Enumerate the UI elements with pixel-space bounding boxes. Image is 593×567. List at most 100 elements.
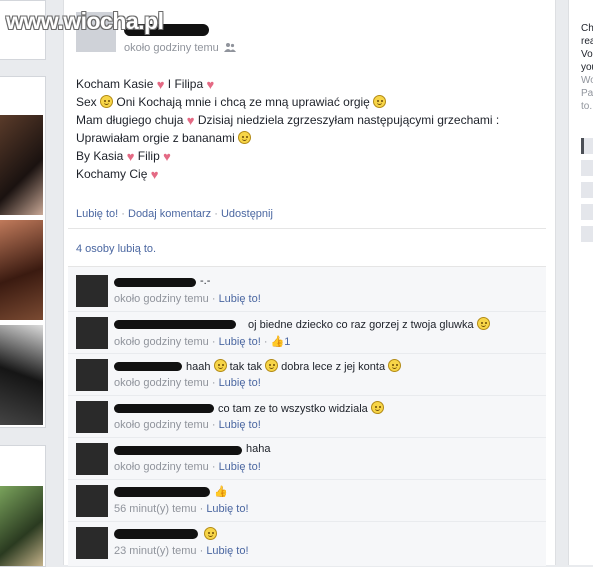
commenter-avatar[interactable] (76, 359, 108, 391)
smiley-icon (213, 359, 227, 372)
commenter-avatar[interactable] (76, 527, 108, 559)
comment: oj biedne dziecko co raz gorzej z twoja … (68, 313, 546, 354)
comment-line (204, 527, 217, 541)
post-timestamp[interactable]: około godziny temu (124, 42, 219, 54)
friend-photo[interactable] (0, 486, 43, 566)
redacted-name (114, 362, 182, 371)
post-line: Sex Oni Kochają mnie i chcą ze mną upraw… (76, 93, 387, 111)
comment-like-link[interactable]: Lubię to! (219, 377, 261, 389)
comment-text: haha (246, 443, 271, 455)
smiley-icon (476, 317, 490, 330)
right-line: rea (581, 36, 593, 47)
post-text: Uprawiałam orgie z bananami (76, 131, 235, 145)
comments-list: -.- około godziny temu · Lubię to! oj bi… (68, 266, 546, 566)
smiley-icon (388, 359, 402, 372)
sidebar-item[interactable] (581, 160, 593, 176)
redacted-name (114, 404, 214, 413)
heart-icon: ♥ (150, 167, 159, 182)
comment-time[interactable]: około godziny temu (114, 293, 209, 305)
comment-line: co tam ze to wszystko widziala (218, 401, 384, 415)
comment-time[interactable]: około godziny temu (114, 461, 209, 473)
friend-photo[interactable] (0, 115, 43, 215)
thumb-up-icon: 👍 (270, 336, 285, 348)
comment-time[interactable]: około godziny temu (114, 419, 209, 431)
post-line: Mam długiego chuja ♥ Dzisiaj niedziela z… (76, 111, 499, 130)
sidebar-item[interactable] (581, 226, 593, 242)
heart-icon: ♥ (206, 77, 215, 92)
heart-icon: ♥ (186, 113, 195, 128)
smiley-icon (373, 95, 387, 108)
post-text: Kocham Kasie (76, 77, 154, 91)
comment-text: co tam ze to wszystko widziala (218, 403, 368, 415)
friend-photo[interactable] (0, 220, 43, 320)
post-text: Dzisiaj niedziela zgrzeszyłam następując… (197, 113, 500, 127)
likes-summary: 4 osoby lubią to. (68, 228, 546, 267)
redacted-name (114, 446, 242, 455)
post-actions: Lubię to! · Dodaj komentarz · Udostępnij (76, 208, 273, 220)
comment-meta: 23 minut(y) temu · Lubię to! (114, 545, 249, 557)
comment-time[interactable]: około godziny temu (114, 377, 209, 389)
post-text: Oni Kochają mnie i chcą ze mną uprawiać … (116, 95, 370, 109)
comment-line: haah tak tak dobra lece z jej konta (186, 359, 402, 373)
commenter-avatar[interactable] (76, 401, 108, 433)
post-text: By Kasia (76, 149, 124, 163)
thumb-up-icon: 👍 (214, 486, 228, 498)
commenter-avatar[interactable] (76, 317, 108, 349)
comment-time[interactable]: 23 minut(y) temu (114, 545, 197, 557)
add-comment-link[interactable]: Dodaj komentarz (128, 208, 211, 220)
redacted-name (114, 278, 196, 287)
comment-time[interactable]: około godziny temu (114, 336, 209, 348)
like-link[interactable]: Lubię to! (76, 208, 118, 220)
comment-meta: 56 minut(y) temu · Lubię to! (114, 503, 249, 515)
comment-time[interactable]: 56 minut(y) temu (114, 503, 197, 515)
share-link[interactable]: Udostępnij (221, 208, 273, 220)
comment: -.- około godziny temu · Lubię to! (68, 271, 546, 312)
separator: · (214, 208, 218, 220)
commenter-avatar[interactable] (76, 443, 108, 475)
comment-text: tak tak (229, 361, 263, 373)
right-column-text: Ch rea Vol you Wo Pay to. (581, 22, 593, 113)
comment-like-link[interactable]: Lubię to! (219, 336, 261, 348)
comment-like-link[interactable]: Lubię to! (219, 461, 261, 473)
comment-like-link[interactable]: Lubię to! (219, 419, 261, 431)
comment-like-link[interactable]: Lubię to! (219, 293, 261, 305)
comment-text: haah (186, 361, 211, 373)
right-line: you (581, 62, 593, 73)
sidebar-item[interactable] (581, 204, 593, 220)
right-line: Vol (581, 49, 593, 60)
commenter-avatar[interactable] (76, 275, 108, 307)
sidebar-item[interactable] (581, 182, 593, 198)
right-line: to. (581, 101, 593, 112)
post: około godziny temu Kocham Kasie ♥ I Fili… (63, 0, 556, 566)
comment-line: oj biedne dziecko co raz gorzej z twoja … (248, 317, 490, 331)
friend-photo[interactable] (0, 325, 43, 425)
comment-meta: około godziny temu · Lubię to! (114, 293, 261, 305)
smiley-icon (370, 401, 384, 414)
commenter-avatar[interactable] (76, 485, 108, 517)
right-line: Wo (581, 75, 593, 86)
left-column (0, 0, 48, 567)
likes-count-link[interactable]: 4 osoby lubią to. (76, 243, 156, 255)
comment: 23 minut(y) temu · Lubię to! (68, 523, 546, 563)
post-text: Filip (137, 149, 160, 163)
comment-like-count[interactable]: 1 (284, 336, 290, 348)
post-line: Uprawiałam orgie z bananami (76, 129, 252, 147)
comment-like-link[interactable]: Lubię to! (206, 545, 248, 557)
sidebar-item[interactable] (581, 138, 593, 154)
comment: haha około godziny temu · Lubię to! (68, 439, 546, 480)
separator: · (121, 208, 125, 220)
comment-meta: około godziny temu · Lubię to! (114, 377, 261, 389)
comment: co tam ze to wszystko widziala około god… (68, 397, 546, 438)
comment-like-link[interactable]: Lubię to! (206, 503, 248, 515)
comment-meta: około godziny temu · Lubię to! (114, 461, 261, 473)
comment: haah tak tak dobra lece z jej konta okoł… (68, 355, 546, 396)
right-line: Ch (581, 23, 593, 34)
left-photo-card (0, 76, 46, 428)
heart-icon: ♥ (156, 77, 165, 92)
right-column: Ch rea Vol you Wo Pay to. (568, 0, 593, 565)
smiley-icon (265, 359, 279, 372)
redacted-name (114, 529, 198, 539)
post-line: By Kasia ♥ Filip ♥ (76, 147, 171, 166)
comment: 👍 56 minut(y) temu · Lubię to! (68, 481, 546, 522)
left-photo-card (0, 445, 46, 567)
